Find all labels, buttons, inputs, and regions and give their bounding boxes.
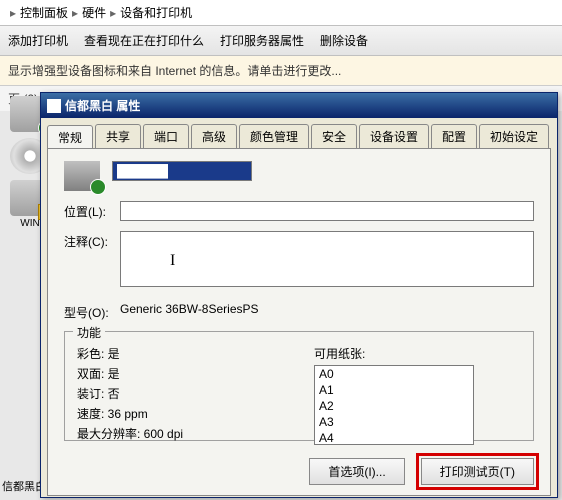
spec-speed: 速度: 36 ppm	[77, 405, 284, 422]
spec-column: 彩色: 是 双面: 是 装订: 否 速度: 36 ppm 最大分辨率: 600 …	[77, 342, 284, 445]
location-label: 位置(L):	[64, 201, 120, 220]
spec-maxres: 最大分辨率: 600 dpi	[77, 425, 284, 442]
add-printer-button[interactable]: 添加打印机	[8, 32, 68, 49]
button-row: 首选项(I)... 打印测试页(T)	[309, 458, 534, 485]
tab-init[interactable]: 初始设定	[479, 124, 549, 148]
chevron-right-icon: ▸	[10, 6, 16, 20]
paper-label: 可用纸张:	[314, 345, 521, 362]
capabilities-group: 功能 彩色: 是 双面: 是 装订: 否 速度: 36 ppm 最大分辨率: 6…	[64, 331, 534, 441]
print-server-props-button[interactable]: 打印服务器属性	[220, 32, 304, 49]
tab-port[interactable]: 端口	[143, 124, 189, 148]
tab-advanced[interactable]: 高级	[191, 124, 237, 148]
breadcrumb-control-panel[interactable]: 控制面板	[20, 4, 68, 21]
tab-share[interactable]: 共享	[95, 124, 141, 148]
tab-general[interactable]: 常规	[47, 125, 93, 149]
printer-properties-dialog: 信都黑白 属性 常规 共享 端口 高级 颜色管理 安全 设备设置 配置 初始设定…	[40, 92, 558, 498]
list-item[interactable]: A1	[315, 382, 473, 398]
chevron-right-icon: ▸	[72, 6, 78, 20]
tab-security[interactable]: 安全	[311, 124, 357, 148]
spec-duplex: 双面: 是	[77, 365, 284, 382]
model-label: 型号(O):	[64, 302, 120, 321]
location-input[interactable]	[120, 201, 534, 221]
breadcrumb-devices-printers[interactable]: 设备和打印机	[120, 4, 192, 21]
chevron-right-icon: ▸	[110, 6, 116, 20]
spec-staple: 装订: 否	[77, 385, 284, 402]
dialog-title: 信都黑白 属性	[65, 97, 140, 114]
tab-device-settings[interactable]: 设备设置	[359, 124, 429, 148]
group-legend: 功能	[73, 324, 105, 341]
list-item[interactable]: A0	[315, 366, 473, 382]
list-item[interactable]: A4	[315, 430, 473, 445]
breadcrumb-hardware[interactable]: 硬件	[82, 4, 106, 21]
comment-label: 注释(C):	[64, 231, 120, 250]
printer-name-field[interactable]: ██████	[112, 161, 252, 181]
info-bar[interactable]: 显示增强型设备图标和来自 Internet 的信息。请单击进行更改...	[0, 56, 562, 86]
model-value: Generic 36BW-8SeriesPS	[120, 302, 534, 316]
view-printing-button[interactable]: 查看现在正在打印什么	[84, 32, 204, 49]
list-item[interactable]: A2	[315, 398, 473, 414]
tab-color[interactable]: 颜色管理	[239, 124, 309, 148]
tab-strip: 常规 共享 端口 高级 颜色管理 安全 设备设置 配置 初始设定	[41, 118, 557, 148]
comment-input[interactable]	[120, 231, 534, 287]
preferences-button[interactable]: 首选项(I)...	[309, 458, 404, 485]
spec-color: 彩色: 是	[77, 345, 284, 362]
list-item[interactable]: A3	[315, 414, 473, 430]
tab-body-general: ██████ 位置(L): 注释(C): 型号(O): Generic 36BW…	[47, 148, 551, 496]
tab-config[interactable]: 配置	[431, 124, 477, 148]
print-test-page-button[interactable]: 打印测试页(T)	[421, 458, 534, 485]
printer-icon	[47, 99, 61, 113]
remove-device-button[interactable]: 删除设备	[320, 32, 368, 49]
dialog-titlebar[interactable]: 信都黑白 属性	[41, 93, 557, 118]
breadcrumb[interactable]: ▸ 控制面板 ▸ 硬件 ▸ 设备和打印机	[0, 0, 562, 26]
printer-icon	[64, 161, 100, 191]
paper-listbox[interactable]: A0 A1 A2 A3 A4	[314, 365, 474, 445]
toolbar: 添加打印机 查看现在正在打印什么 打印服务器属性 删除设备	[0, 26, 562, 56]
